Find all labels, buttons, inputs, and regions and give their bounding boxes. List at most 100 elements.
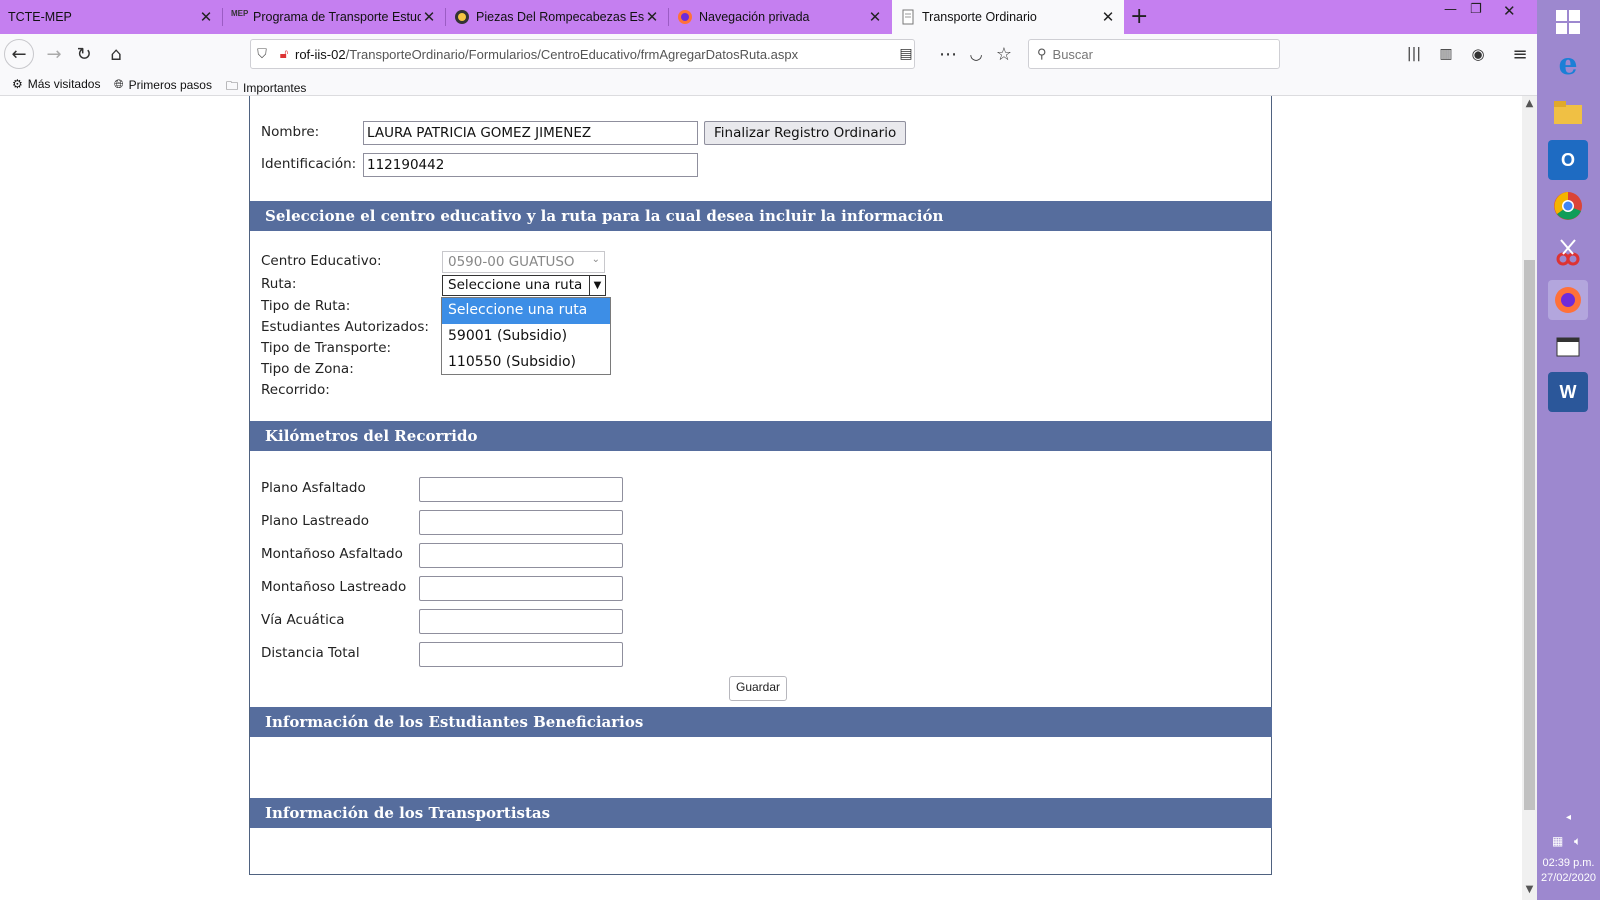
bookmark-label: Importantes	[243, 80, 307, 95]
window-close-icon[interactable]: ✕	[1503, 2, 1516, 20]
plano-lastreado-label: Plano Lastreado	[261, 513, 370, 529]
window-app-icon[interactable]	[1548, 326, 1588, 366]
file-explorer-icon[interactable]	[1548, 92, 1588, 132]
tab-programa-transporte[interactable]: MEP Programa de Transporte Estudi ✕	[223, 0, 445, 34]
clock-date: 27/02/2020	[1540, 872, 1597, 884]
chrome-icon[interactable]	[1548, 186, 1588, 226]
volume-icon[interactable]: 🔈︎	[1574, 834, 1581, 849]
url-path: /TransporteOrdinario/Formularios/CentroE…	[345, 46, 799, 62]
windows-start-icon[interactable]	[1548, 2, 1588, 42]
close-icon[interactable]: ✕	[421, 8, 437, 26]
snipping-tool-icon[interactable]	[1548, 232, 1588, 272]
plano-lastreado-input[interactable]	[419, 510, 623, 535]
show-hidden-icon[interactable]: ◂	[1537, 812, 1600, 823]
scroll-down-icon[interactable]: ▼	[1522, 884, 1537, 895]
montanoso-lastreado-label: Montañoso Lastreado	[261, 579, 407, 595]
distancia-total-label: Distancia Total	[261, 645, 360, 661]
internet-explorer-icon[interactable]: e	[1548, 44, 1588, 84]
centro-educativo-label: Centro Educativo:	[261, 253, 382, 269]
scroll-thumb[interactable]	[1524, 260, 1535, 810]
tipo-transporte-label: Tipo de Transporte:	[261, 340, 392, 356]
plano-asfaltado-input[interactable]	[419, 477, 623, 502]
tab-tcte-mep[interactable]: TCTE-MEP ✕	[0, 0, 222, 34]
identificacion-field[interactable]: 112190442	[363, 153, 698, 177]
system-clock[interactable]: 02:39 p.m. 27/02/2020	[1537, 856, 1600, 886]
tipo-ruta-label: Tipo de Ruta:	[261, 298, 351, 314]
bookmark-primeros-pasos[interactable]: 🌐︎ Primeros pasos	[114, 77, 212, 92]
tab-transporte-ordinario[interactable]: Transporte Ordinario ✕	[892, 0, 1124, 34]
ruta-selected-value: Seleccione una ruta	[448, 277, 583, 293]
ruta-label: Ruta:	[261, 276, 297, 292]
minimize-icon[interactable]: —	[1444, 2, 1457, 17]
bookmark-label: Más visitados	[27, 77, 101, 91]
clock-time: 02:39 p.m.	[1542, 857, 1595, 869]
tab-title: TCTE-MEP	[8, 10, 72, 24]
tab-title: Programa de Transporte Estudi	[253, 10, 421, 24]
montanoso-asfaltado-input[interactable]	[419, 543, 623, 568]
bookmarks-bar: ⚙ Más visitados 🌐︎ Primeros pasos 🗀 Importa…	[0, 74, 1568, 96]
section-kilometros-header: Kilómetros del Recorrido	[250, 421, 1272, 451]
page-content: Nombre: LAURA PATRICIA GOMEZ JIMENEZ Fin…	[0, 96, 1522, 900]
back-icon[interactable]: ←	[4, 39, 34, 69]
tipo-zona-label: Tipo de Zona:	[261, 361, 354, 377]
insecure-lock-icon[interactable]: 🔓︎	[273, 46, 295, 62]
centro-educativo-value: 0590-00 GUATUSO	[448, 254, 575, 270]
close-icon[interactable]: ✕	[867, 8, 883, 26]
finalizar-registro-button[interactable]: Finalizar Registro Ordinario	[704, 121, 907, 145]
page-icon	[900, 9, 916, 25]
close-icon[interactable]: ✕	[644, 8, 660, 26]
pocket-icon[interactable]: ◡	[962, 40, 990, 68]
recorrido-label: Recorrido:	[261, 382, 330, 398]
scroll-up-icon[interactable]: ▲	[1522, 98, 1537, 109]
chevron-down-icon: ⌄	[591, 254, 600, 265]
tab-piezas-rompecabezas[interactable]: Piezas Del Rompecabezas Está ✕	[446, 0, 668, 34]
windows-taskbar: e O W ◂ ▦ 🔈︎ 02:39 p.m. 27/02/2020	[1537, 0, 1600, 900]
chevron-down-icon[interactable]: ▼	[589, 276, 605, 295]
guardar-button[interactable]: Guardar	[729, 676, 788, 701]
close-icon[interactable]: ✕	[1100, 8, 1116, 26]
bookmark-mas-visitados[interactable]: ⚙ Más visitados	[12, 77, 100, 91]
reload-icon[interactable]: ↻	[70, 40, 98, 68]
new-tab-icon[interactable]: +	[1130, 4, 1148, 29]
ruta-option[interactable]: 59001 (Subsidio)	[442, 324, 610, 350]
page-actions-icon[interactable]: ⋯	[934, 40, 962, 68]
ruta-option[interactable]: Seleccione una ruta	[442, 298, 610, 324]
tab-strip: TCTE-MEP ✕ MEP Programa de Transporte Es…	[0, 0, 1568, 34]
account-icon[interactable]: ◉	[1464, 40, 1492, 68]
reader-view-icon[interactable]: ▤	[892, 40, 920, 68]
word-icon[interactable]: W	[1548, 372, 1588, 412]
section-seleccion-header: Seleccione el centro educativo y la ruta…	[250, 201, 1272, 231]
network-icon[interactable]: ▦	[1552, 834, 1563, 848]
ruta-select[interactable]: Seleccione una ruta ▼	[442, 275, 606, 296]
search-input[interactable]: ⚲ Buscar	[1028, 39, 1280, 69]
section-transportistas-header: Información de los Transportistas	[250, 798, 1272, 828]
ruta-dropdown-list: Seleccione una ruta 59001 (Subsidio) 110…	[441, 297, 611, 375]
close-icon[interactable]: ✕	[198, 8, 214, 26]
via-acuatica-input[interactable]	[419, 609, 623, 634]
tab-navegacion-privada[interactable]: Navegación privada ✕	[669, 0, 891, 34]
bookmark-importantes[interactable]: 🗀 Importantes	[226, 77, 306, 98]
menu-icon[interactable]: ≡	[1506, 40, 1534, 68]
bookmark-star-icon[interactable]: ☆	[990, 40, 1018, 68]
forward-icon[interactable]: →	[40, 40, 68, 68]
bookmark-label: Primeros pasos	[128, 77, 212, 92]
distancia-total-input[interactable]	[419, 642, 623, 667]
section-estudiantes-header: Información de los Estudiantes Beneficia…	[250, 707, 1272, 737]
restore-icon[interactable]: ❐	[1470, 2, 1482, 17]
montanoso-lastreado-input[interactable]	[419, 576, 623, 601]
vertical-scrollbar[interactable]: ▲ ▼	[1522, 96, 1537, 900]
globe-icon: 🌐︎	[114, 77, 124, 91]
montanoso-asfaltado-label: Montañoso Asfaltado	[261, 546, 403, 562]
home-icon[interactable]: ⌂	[102, 40, 130, 68]
nombre-field[interactable]: LAURA PATRICIA GOMEZ JIMENEZ	[363, 121, 698, 145]
firefox-taskbar-icon[interactable]	[1548, 280, 1588, 320]
tab-title: Navegación privada	[699, 10, 810, 24]
sidebar-icon[interactable]: ▥	[1432, 40, 1460, 68]
shield-icon[interactable]: ⛉	[251, 46, 273, 62]
url-host: rof-iis-02	[295, 46, 346, 62]
library-icon[interactable]: |||	[1400, 40, 1428, 68]
outlook-icon[interactable]: O	[1548, 140, 1588, 180]
address-bar[interactable]: ⛉ 🔓︎ rof-iis-02/TransporteOrdinario/Form…	[250, 39, 915, 69]
tab-title: Piezas Del Rompecabezas Está	[476, 10, 644, 24]
ruta-option[interactable]: 110550 (Subsidio)	[442, 350, 610, 376]
